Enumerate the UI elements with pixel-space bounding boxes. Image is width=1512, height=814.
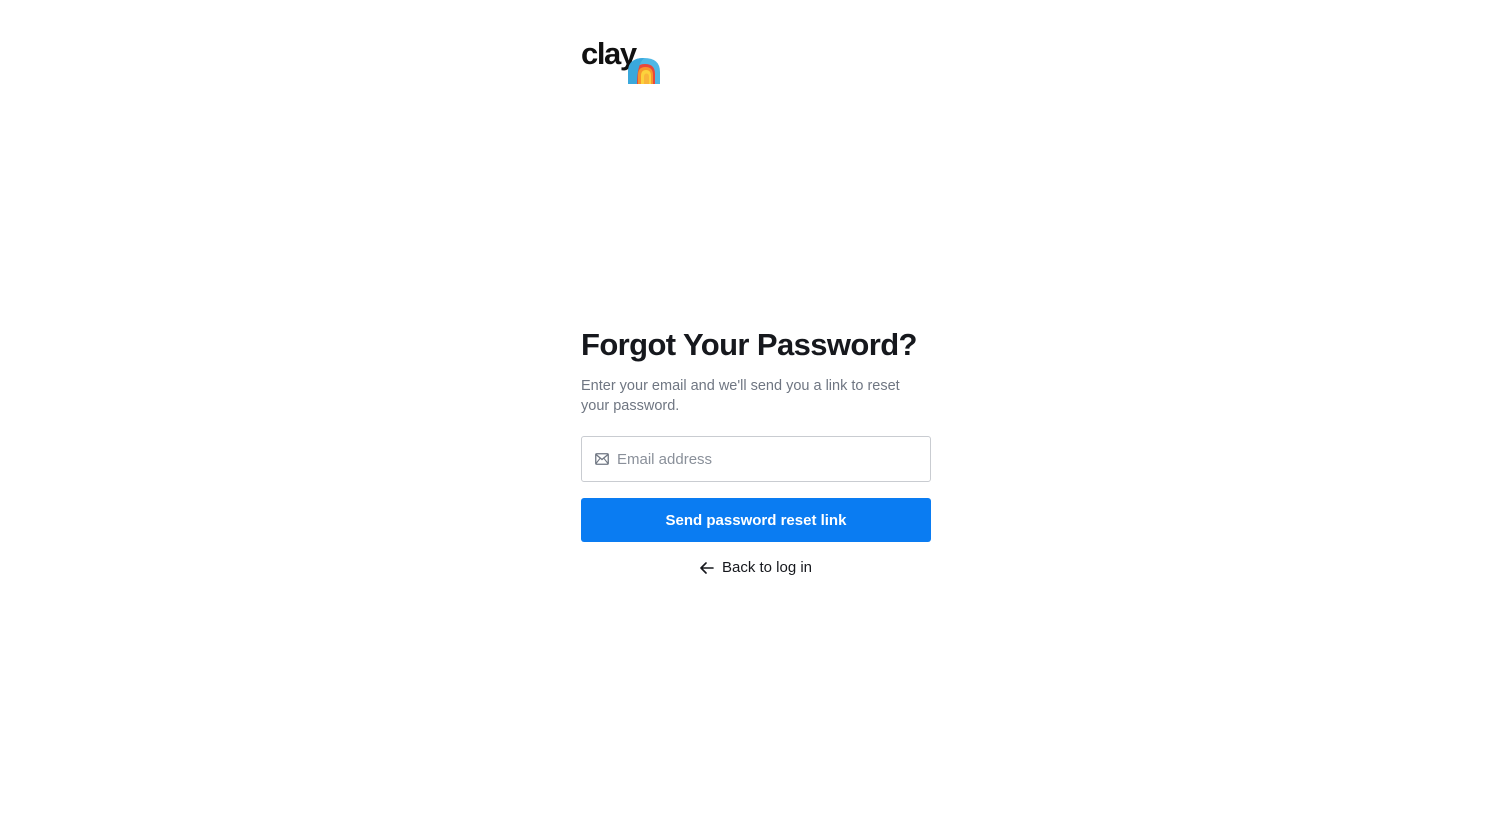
forgot-password-page: clay Forgot Your Password? Enter your em…: [0, 0, 1512, 814]
reset-card: Forgot Your Password? Enter your email a…: [581, 326, 931, 576]
back-to-login-link[interactable]: Back to log in: [581, 559, 931, 576]
clay-logo[interactable]: clay: [581, 36, 671, 86]
back-to-login-label: Back to log in: [721, 559, 813, 576]
rainbow-tent-icon: [628, 58, 660, 84]
page-title: Forgot Your Password?: [581, 327, 918, 362]
email-field[interactable]: [581, 436, 931, 482]
page-subtitle: Enter your email and we'll send you a li…: [581, 378, 900, 414]
send-reset-link-button[interactable]: Send password reset link: [581, 498, 931, 542]
email-input[interactable]: [617, 437, 917, 481]
arrow-left-icon: [700, 561, 714, 574]
mail-icon: [595, 453, 609, 465]
